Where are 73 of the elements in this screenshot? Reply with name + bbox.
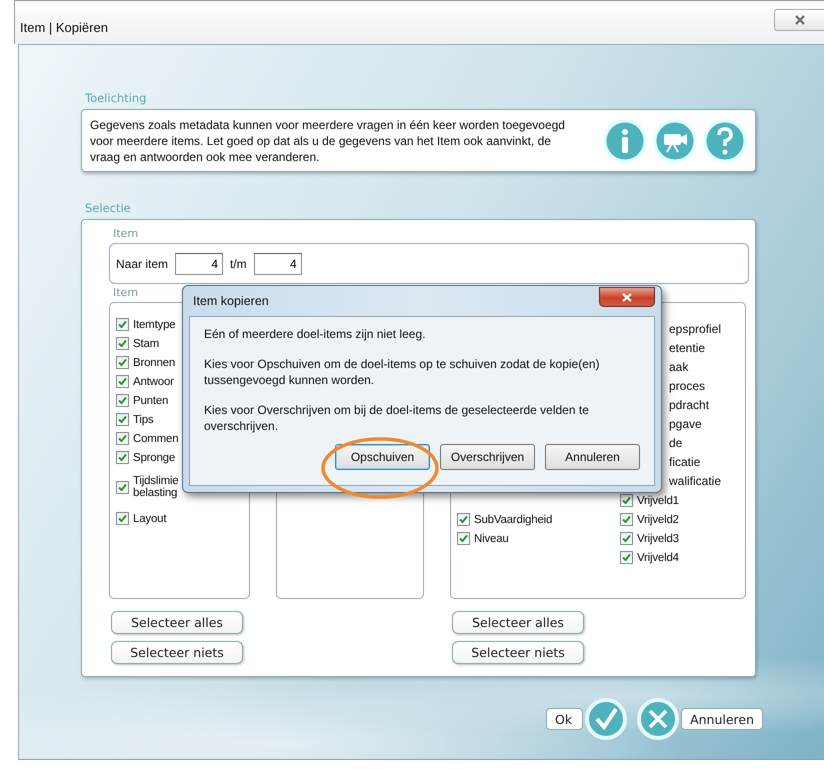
dialog-title: Item kopieren xyxy=(193,294,269,308)
checkbox-label: Itemtype xyxy=(133,318,176,332)
checkbox[interactable] xyxy=(620,532,633,545)
checkbox[interactable] xyxy=(116,451,129,464)
group-label: Item xyxy=(113,227,140,241)
checkbox-label: Tijdslimie belasting xyxy=(133,475,178,499)
dialog-button[interactable]: Overschrijven xyxy=(440,444,535,470)
help-icon[interactable] xyxy=(703,118,747,162)
checkbox-label: ficatie xyxy=(669,454,702,471)
checkbox-label: Spronge xyxy=(133,450,176,464)
dialog-button[interactable]: Annuleren xyxy=(545,444,640,470)
checkbox-label: Stam xyxy=(133,336,160,350)
checkbox[interactable] xyxy=(116,394,129,407)
select-button[interactable]: Selecteer niets xyxy=(452,641,584,664)
checkbox[interactable] xyxy=(620,551,633,564)
section-label: Toelichting xyxy=(85,91,148,105)
checkbox[interactable] xyxy=(116,432,129,445)
close-button[interactable] xyxy=(599,287,655,307)
checkbox-label: Vrijveld3 xyxy=(637,532,679,546)
checkbox-label: Antwoor xyxy=(133,374,174,388)
checkbox[interactable] xyxy=(116,480,129,494)
checkbox[interactable] xyxy=(116,356,129,369)
close-button[interactable] xyxy=(774,9,824,31)
checkbox[interactable] xyxy=(116,337,129,350)
checkbox-label: Vrijveld2 xyxy=(637,512,679,526)
checkbox[interactable] xyxy=(116,318,129,331)
close-icon xyxy=(794,15,806,25)
cancel-button[interactable]: Annuleren xyxy=(681,708,764,730)
info-icon[interactable] xyxy=(603,118,647,162)
checkbox-label: Layout xyxy=(133,512,166,526)
dialog-message: Eén of meerdere doel-items zijn niet leeg. xyxy=(204,326,426,342)
group-label: Item xyxy=(113,286,140,300)
field-label: Naar item xyxy=(116,256,168,270)
checkbox-label: proces xyxy=(669,378,706,395)
checkmark-icon[interactable] xyxy=(584,697,628,741)
checkbox-label: walificatie xyxy=(669,473,722,490)
dialog-button[interactable]: Opschuiven xyxy=(335,444,430,470)
checkbox-label: de xyxy=(669,435,684,452)
checkbox[interactable] xyxy=(457,513,470,526)
checkbox[interactable] xyxy=(457,532,470,545)
close-icon xyxy=(622,292,632,302)
checkbox-label: Niveau xyxy=(474,532,509,546)
checkbox-label: Bronnen xyxy=(133,356,176,370)
explanation-text: Gegevens zoals metadata kunnen voor meerdere vragen in één keer worden toegevoegd voor meerdere items. Let goed op dat als u de gegevens van het Item ook aanvinkt, de vraag en antwoorden ook mee veranderen. xyxy=(90,116,566,164)
checkbox-label: Vrijveld1 xyxy=(637,494,679,508)
dialog-message: Kies voor Opschuiven om de doel-items op te schuiven zodat de kopie(en) tussengevoegd kunnen worden. xyxy=(204,356,601,388)
checkbox-label: Commen xyxy=(133,432,178,446)
field-label: t/m xyxy=(230,256,247,270)
to-field[interactable]: 4 xyxy=(254,252,302,274)
video-camera-icon[interactable] xyxy=(653,118,697,162)
checkbox-label: etentie xyxy=(669,340,706,357)
cancel-icon[interactable] xyxy=(636,697,680,741)
checkbox[interactable] xyxy=(116,375,129,388)
select-button[interactable]: Selecteer alles xyxy=(452,611,584,634)
checkbox[interactable] xyxy=(620,494,633,507)
checkbox-label: epsprofiel xyxy=(669,321,722,338)
checkbox-label: pgave xyxy=(669,416,703,433)
checkbox-label: SubVaardigheid xyxy=(474,512,552,526)
dialog-message: Kies voor Overschrijven om bij de doel-items de geselecteerde velden te overschrijven. xyxy=(204,402,590,434)
select-button[interactable]: Selecteer alles xyxy=(111,611,243,634)
window-title: Item | Kopiëren xyxy=(20,20,108,35)
from-field[interactable]: 4 xyxy=(175,252,224,274)
select-button[interactable]: Selecteer niets xyxy=(111,641,243,664)
checkbox-label: Punten xyxy=(133,394,168,408)
checkbox[interactable] xyxy=(116,413,129,426)
section-label: Selectie xyxy=(85,201,132,215)
checkbox-label: pdracht xyxy=(669,397,710,414)
ok-button[interactable]: Ok xyxy=(546,708,584,730)
checkbox-label: aak xyxy=(669,359,690,376)
checkbox-label: Tips xyxy=(133,412,154,426)
checkbox[interactable] xyxy=(620,513,633,526)
checkbox[interactable] xyxy=(116,512,129,525)
checkbox-label: Vrijveld4 xyxy=(637,550,679,564)
